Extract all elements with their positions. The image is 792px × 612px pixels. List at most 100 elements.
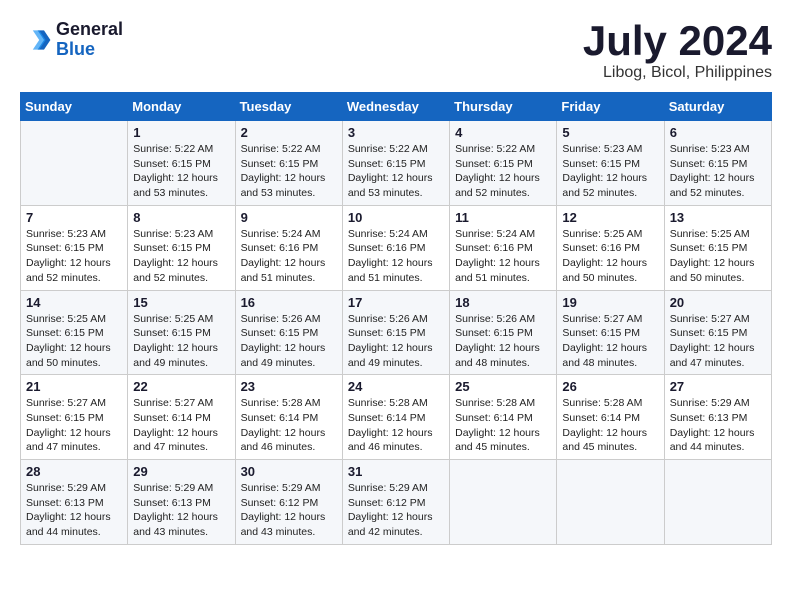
day-number: 10: [348, 210, 444, 225]
day-number: 1: [133, 125, 229, 140]
calendar-week-row: 28 Sunrise: 5:29 AMSunset: 6:13 PMDayligh…: [21, 460, 772, 545]
day-info: Sunrise: 5:24 AMSunset: 6:16 PMDaylight:…: [241, 227, 337, 286]
day-number: 8: [133, 210, 229, 225]
day-number: 4: [455, 125, 551, 140]
day-info: Sunrise: 5:27 AMSunset: 6:15 PMDaylight:…: [562, 312, 658, 371]
weekday-header-friday: Friday: [557, 93, 664, 121]
calendar-day-cell: 8 Sunrise: 5:23 AMSunset: 6:15 PMDaylight…: [128, 205, 235, 290]
day-number: 7: [26, 210, 122, 225]
day-info: Sunrise: 5:22 AMSunset: 6:15 PMDaylight:…: [133, 142, 229, 201]
day-number: 14: [26, 295, 122, 310]
day-number: 9: [241, 210, 337, 225]
calendar-day-cell: 19Sunrise: 5:27 AMSunset: 6:15 PMDayligh…: [557, 290, 664, 375]
calendar-day-cell: 9 Sunrise: 5:24 AMSunset: 6:16 PMDaylight…: [235, 205, 342, 290]
calendar-day-cell: 11Sunrise: 5:24 AMSunset: 6:16 PMDayligh…: [450, 205, 557, 290]
calendar-day-cell: 5 Sunrise: 5:23 AMSunset: 6:15 PMDaylight…: [557, 121, 664, 206]
day-info: Sunrise: 5:25 AMSunset: 6:15 PMDaylight:…: [26, 312, 122, 371]
day-number: 30: [241, 464, 337, 479]
calendar-day-cell: 10 Sunrise: 5:24 AMSunset: 6:16 PMDayligh…: [342, 205, 449, 290]
month-year-title: July 2024: [583, 20, 772, 62]
title-area: July 2024 Libog, Bicol, Philippines: [583, 20, 772, 82]
day-info: Sunrise: 5:24 AMSunset: 6:16 PMDaylight:…: [348, 227, 444, 286]
calendar-day-cell: 3 Sunrise: 5:22 AMSunset: 6:15 PMDaylight…: [342, 121, 449, 206]
day-number: 6: [670, 125, 766, 140]
day-info: Sunrise: 5:23 AMSunset: 6:15 PMDaylight:…: [26, 227, 122, 286]
day-number: 12: [562, 210, 658, 225]
day-info: Sunrise: 5:29 AMSunset: 6:13 PMDaylight:…: [26, 481, 122, 540]
calendar-week-row: 7 Sunrise: 5:23 AMSunset: 6:15 PMDaylight…: [21, 205, 772, 290]
day-number: 13: [670, 210, 766, 225]
day-info: Sunrise: 5:22 AMSunset: 6:15 PMDaylight:…: [455, 142, 551, 201]
day-info: Sunrise: 5:24 AMSunset: 6:16 PMDaylight:…: [455, 227, 551, 286]
calendar-week-row: 14 Sunrise: 5:25 AMSunset: 6:15 PMDayligh…: [21, 290, 772, 375]
day-number: 24: [348, 379, 444, 394]
day-number: 3: [348, 125, 444, 140]
day-number: 17: [348, 295, 444, 310]
logo-line2: Blue: [56, 40, 123, 60]
calendar-day-cell: 13Sunrise: 5:25 AMSunset: 6:15 PMDayligh…: [664, 205, 771, 290]
calendar-day-cell: 21 Sunrise: 5:27 AMSunset: 6:15 PMDayligh…: [21, 375, 128, 460]
day-info: Sunrise: 5:23 AMSunset: 6:15 PMDaylight:…: [562, 142, 658, 201]
logo-line1: General: [56, 20, 123, 40]
calendar-day-cell: 20Sunrise: 5:27 AMSunset: 6:15 PMDayligh…: [664, 290, 771, 375]
calendar-day-cell: 29 Sunrise: 5:29 AMSunset: 6:13 PMDayligh…: [128, 460, 235, 545]
calendar-week-row: 1 Sunrise: 5:22 AMSunset: 6:15 PMDaylight…: [21, 121, 772, 206]
logo-text: General Blue: [56, 20, 123, 60]
weekday-header-monday: Monday: [128, 93, 235, 121]
day-number: 18: [455, 295, 551, 310]
day-info: Sunrise: 5:27 AMSunset: 6:14 PMDaylight:…: [133, 396, 229, 455]
day-number: 27: [670, 379, 766, 394]
location-subtitle: Libog, Bicol, Philippines: [583, 64, 772, 82]
calendar-table: SundayMondayTuesdayWednesdayThursdayFrid…: [20, 92, 772, 545]
calendar-day-cell: [557, 460, 664, 545]
day-info: Sunrise: 5:25 AMSunset: 6:15 PMDaylight:…: [133, 312, 229, 371]
calendar-day-cell: 4 Sunrise: 5:22 AMSunset: 6:15 PMDaylight…: [450, 121, 557, 206]
day-info: Sunrise: 5:29 AMSunset: 6:12 PMDaylight:…: [241, 481, 337, 540]
calendar-day-cell: 14 Sunrise: 5:25 AMSunset: 6:15 PMDayligh…: [21, 290, 128, 375]
day-info: Sunrise: 5:29 AMSunset: 6:13 PMDaylight:…: [670, 396, 766, 455]
weekday-header-wednesday: Wednesday: [342, 93, 449, 121]
calendar-day-cell: 2 Sunrise: 5:22 AMSunset: 6:15 PMDaylight…: [235, 121, 342, 206]
calendar-day-cell: 28 Sunrise: 5:29 AMSunset: 6:13 PMDayligh…: [21, 460, 128, 545]
day-number: 29: [133, 464, 229, 479]
day-info: Sunrise: 5:23 AMSunset: 6:15 PMDaylight:…: [133, 227, 229, 286]
page-header: General Blue July 2024 Libog, Bicol, Phi…: [20, 20, 772, 82]
day-info: Sunrise: 5:23 AMSunset: 6:15 PMDaylight:…: [670, 142, 766, 201]
calendar-day-cell: 27 Sunrise: 5:29 AMSunset: 6:13 PMDayligh…: [664, 375, 771, 460]
calendar-day-cell: 25Sunrise: 5:28 AMSunset: 6:14 PMDayligh…: [450, 375, 557, 460]
calendar-day-cell: [664, 460, 771, 545]
calendar-day-cell: 31Sunrise: 5:29 AMSunset: 6:12 PMDayligh…: [342, 460, 449, 545]
day-info: Sunrise: 5:28 AMSunset: 6:14 PMDaylight:…: [241, 396, 337, 455]
day-info: Sunrise: 5:22 AMSunset: 6:15 PMDaylight:…: [241, 142, 337, 201]
day-number: 22: [133, 379, 229, 394]
day-number: 25: [455, 379, 551, 394]
calendar-day-cell: 15 Sunrise: 5:25 AMSunset: 6:15 PMDayligh…: [128, 290, 235, 375]
calendar-day-cell: 24 Sunrise: 5:28 AMSunset: 6:14 PMDayligh…: [342, 375, 449, 460]
day-info: Sunrise: 5:27 AMSunset: 6:15 PMDaylight:…: [26, 396, 122, 455]
day-info: Sunrise: 5:26 AMSunset: 6:15 PMDaylight:…: [348, 312, 444, 371]
day-info: Sunrise: 5:22 AMSunset: 6:15 PMDaylight:…: [348, 142, 444, 201]
weekday-header-saturday: Saturday: [664, 93, 771, 121]
logo-icon: [20, 24, 52, 56]
day-info: Sunrise: 5:26 AMSunset: 6:15 PMDaylight:…: [455, 312, 551, 371]
weekday-header-tuesday: Tuesday: [235, 93, 342, 121]
day-info: Sunrise: 5:28 AMSunset: 6:14 PMDaylight:…: [348, 396, 444, 455]
day-number: 15: [133, 295, 229, 310]
weekday-header-sunday: Sunday: [21, 93, 128, 121]
day-number: 26: [562, 379, 658, 394]
day-number: 2: [241, 125, 337, 140]
calendar-day-cell: 16Sunrise: 5:26 AMSunset: 6:15 PMDayligh…: [235, 290, 342, 375]
day-info: Sunrise: 5:27 AMSunset: 6:15 PMDaylight:…: [670, 312, 766, 371]
calendar-day-cell: 1 Sunrise: 5:22 AMSunset: 6:15 PMDaylight…: [128, 121, 235, 206]
day-number: 21: [26, 379, 122, 394]
day-info: Sunrise: 5:29 AMSunset: 6:13 PMDaylight:…: [133, 481, 229, 540]
weekday-header-thursday: Thursday: [450, 93, 557, 121]
logo: General Blue: [20, 20, 123, 60]
weekday-header-row: SundayMondayTuesdayWednesdayThursdayFrid…: [21, 93, 772, 121]
day-number: 16: [241, 295, 337, 310]
day-number: 28: [26, 464, 122, 479]
day-info: Sunrise: 5:25 AMSunset: 6:16 PMDaylight:…: [562, 227, 658, 286]
calendar-day-cell: [21, 121, 128, 206]
calendar-day-cell: 7 Sunrise: 5:23 AMSunset: 6:15 PMDaylight…: [21, 205, 128, 290]
day-number: 5: [562, 125, 658, 140]
